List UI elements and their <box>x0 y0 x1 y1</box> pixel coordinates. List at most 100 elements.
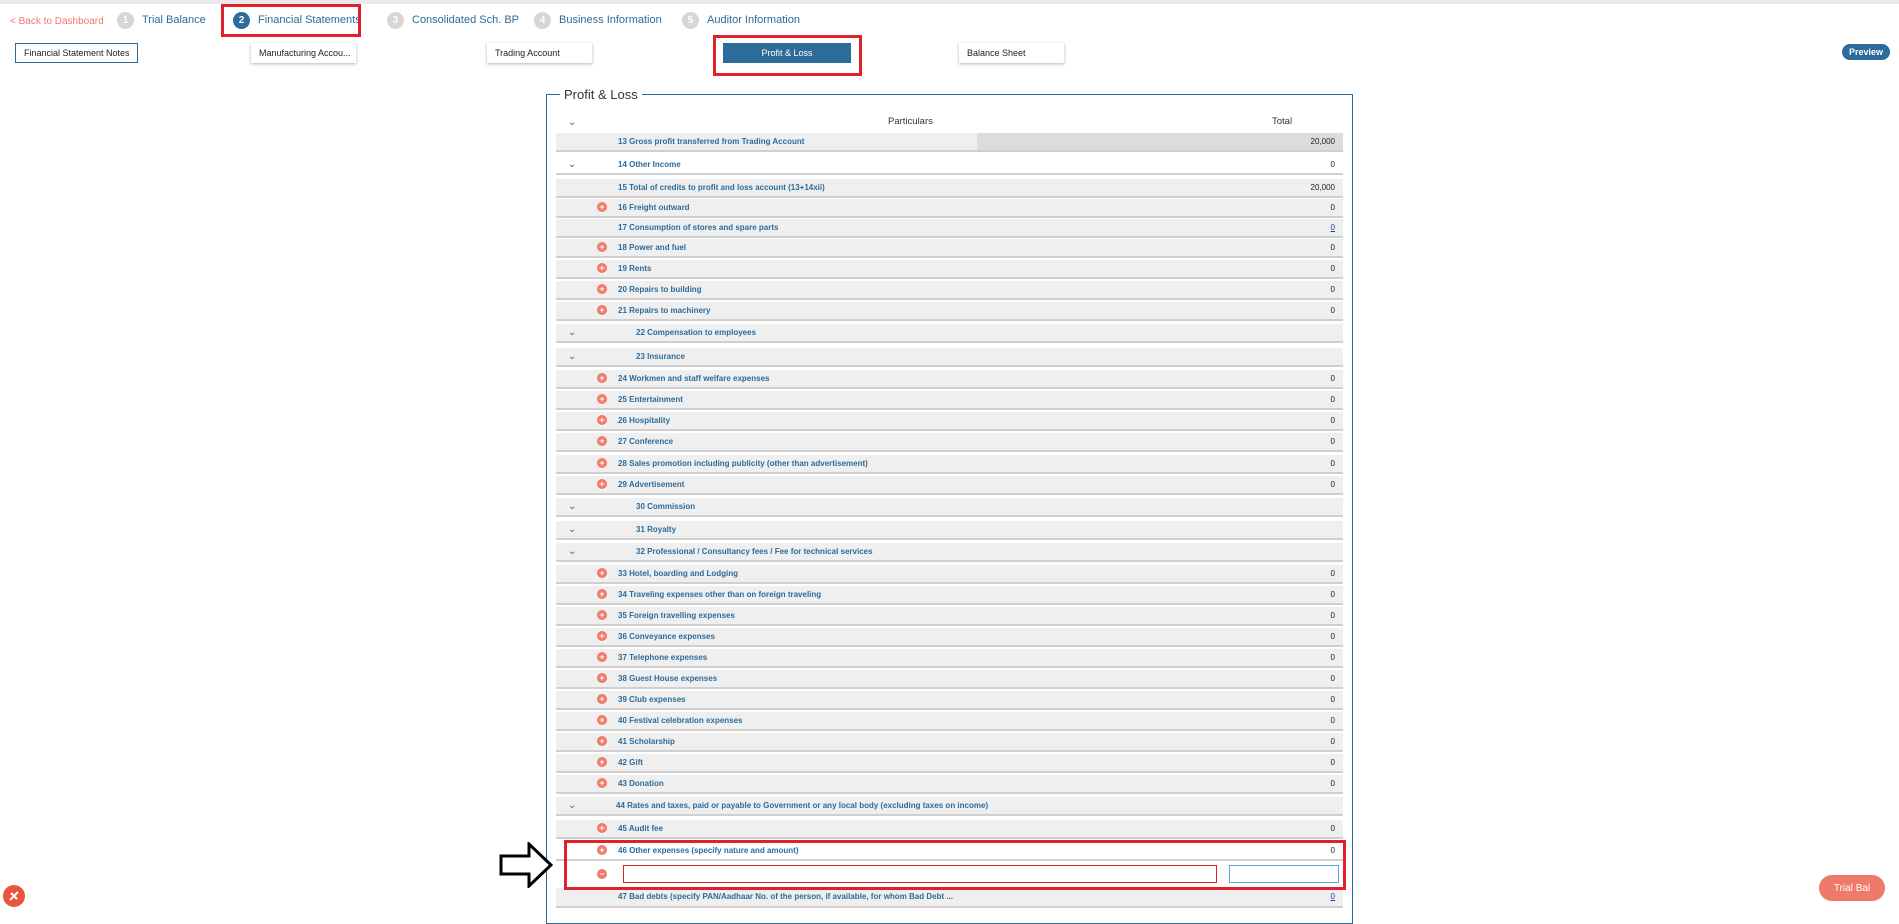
chevron-down-icon[interactable]: ⌄ <box>568 327 576 338</box>
row-label: 18 Power and fuel <box>618 243 687 252</box>
add-icon[interactable]: + <box>597 458 607 468</box>
tab-trading-account[interactable]: Trading Account <box>487 43 592 63</box>
add-icon[interactable]: + <box>597 652 607 662</box>
pl-row-28[interactable]: +28 Sales promotion including publicity … <box>556 455 1343 474</box>
row-value-link[interactable]: 0 <box>1331 223 1335 232</box>
add-icon[interactable]: + <box>597 757 607 767</box>
row-value-link[interactable]: 0 <box>1331 892 1335 901</box>
pl-row-16[interactable]: +16 Freight outward 0 <box>556 199 1343 218</box>
pl-row-36[interactable]: +36 Conveyance expenses 0 <box>556 628 1343 647</box>
row-value: 0 <box>1330 674 1335 683</box>
chevron-down-icon[interactable]: ⌄ <box>568 501 576 512</box>
add-icon[interactable]: + <box>597 568 607 578</box>
pl-row-29[interactable]: +29 Advertisement 0 <box>556 476 1343 495</box>
pl-row-22[interactable]: ⌄ 22 Compensation to employees <box>556 324 1343 343</box>
pl-row-25[interactable]: +25 Entertainment 0 <box>556 391 1343 410</box>
pl-row-34[interactable]: +34 Traveling expenses other than on for… <box>556 586 1343 605</box>
add-icon[interactable]: + <box>597 736 607 746</box>
pl-row-24[interactable]: +24 Workmen and staff welfare expenses 0 <box>556 370 1343 389</box>
step-number: 1 <box>117 11 134 29</box>
pl-row-23[interactable]: ⌄ 23 Insurance <box>556 348 1343 367</box>
step-business-information[interactable]: 4 Business Information <box>534 11 662 29</box>
pl-row-21[interactable]: +21 Repairs to machinery 0 <box>556 302 1343 321</box>
pl-row-35[interactable]: +35 Foreign travelling expenses 0 <box>556 607 1343 626</box>
pl-row-43[interactable]: +43 Donation 0 <box>556 775 1343 794</box>
row-value: 0 <box>1330 264 1335 273</box>
add-icon[interactable]: + <box>597 694 607 704</box>
add-icon[interactable]: + <box>597 202 607 212</box>
row-label: 38 Guest House expenses <box>618 674 718 683</box>
pl-row-33[interactable]: +33 Hotel, boarding and Lodging 0 <box>556 565 1343 584</box>
row-label: 24 Workmen and staff welfare expenses <box>618 374 770 383</box>
tab-balance-sheet[interactable]: Balance Sheet <box>959 43 1064 63</box>
chevron-down-icon[interactable]: ⌄ <box>568 351 576 362</box>
chevron-down-icon[interactable]: ⌄ <box>568 159 576 170</box>
pl-row-41[interactable]: +41 Scholarship 0 <box>556 733 1343 752</box>
other-expense-amount-input[interactable] <box>1229 865 1339 883</box>
row-value: 0 <box>1330 695 1335 704</box>
add-icon[interactable]: + <box>597 305 607 315</box>
tab-manufacturing-account[interactable]: Manufacturing Accou... <box>251 43 356 63</box>
pl-row-17[interactable]: 17 Consumption of stores and spare parts… <box>556 219 1343 238</box>
chevron-down-icon[interactable]: ⌄ <box>568 800 576 811</box>
add-icon[interactable]: + <box>597 263 607 273</box>
pl-row-47[interactable]: 47 Bad debts (specify PAN/Aadhaar No. of… <box>556 888 1343 908</box>
add-icon[interactable]: + <box>597 823 607 833</box>
add-icon[interactable]: + <box>597 845 607 855</box>
pl-row-18[interactable]: +18 Power and fuel 0 <box>556 239 1343 258</box>
remove-icon[interactable]: − <box>597 869 607 879</box>
pl-row-37[interactable]: +37 Telephone expenses 0 <box>556 649 1343 668</box>
step-trial-balance[interactable]: 1 Trial Balance <box>117 11 206 29</box>
pl-row-30[interactable]: ⌄ 30 Commission <box>556 498 1343 517</box>
pl-row-45[interactable]: +45 Audit fee 0 <box>556 820 1343 839</box>
add-icon[interactable]: + <box>597 479 607 489</box>
pl-row-42[interactable]: +42 Gift 0 <box>556 754 1343 773</box>
row-label: 30 Commission <box>636 502 696 511</box>
add-icon[interactable]: + <box>597 631 607 641</box>
step-auditor-information[interactable]: 5 Auditor Information <box>682 11 800 29</box>
step-number: 4 <box>534 11 551 29</box>
row-value: 0 <box>1330 758 1335 767</box>
pl-row-46[interactable]: +46 Other expenses (specify nature and a… <box>556 842 1343 861</box>
add-icon[interactable]: + <box>597 778 607 788</box>
other-expense-particular-input[interactable] <box>623 865 1217 883</box>
add-icon[interactable]: + <box>597 242 607 252</box>
add-icon[interactable]: + <box>597 436 607 446</box>
pl-row-39[interactable]: +39 Club expenses 0 <box>556 691 1343 710</box>
pl-row-20[interactable]: +20 Repairs to building 0 <box>556 281 1343 300</box>
add-icon[interactable]: + <box>597 394 607 404</box>
pl-row-27[interactable]: +27 Conference 0 <box>556 433 1343 452</box>
collapse-all-chevron-icon[interactable]: ⌄ <box>568 117 576 128</box>
row-label: 14 Other Income <box>618 160 681 169</box>
add-icon[interactable]: + <box>597 373 607 383</box>
app-logo-icon[interactable] <box>3 885 25 907</box>
step-financial-statements[interactable]: 2 Financial Statements <box>233 11 361 29</box>
row-label: 31 Royalty <box>636 525 677 534</box>
tab-financial-statement-notes[interactable]: Financial Statement Notes <box>15 43 138 63</box>
preview-button[interactable]: Preview <box>1842 44 1890 60</box>
step-consolidated-sch-bp[interactable]: 3 Consolidated Sch. BP <box>387 11 519 29</box>
tab-profit-and-loss[interactable]: Profit & Loss <box>723 43 851 63</box>
add-icon[interactable]: + <box>597 715 607 725</box>
add-icon[interactable]: + <box>597 284 607 294</box>
add-icon[interactable]: + <box>597 415 607 425</box>
pl-row-19[interactable]: +19 Rents 0 <box>556 260 1343 279</box>
pl-row-40[interactable]: +40 Festival celebration expenses 0 <box>556 712 1343 731</box>
add-icon[interactable]: + <box>597 589 607 599</box>
pl-row-32[interactable]: ⌄ 32 Professional / Consultancy fees / Fe… <box>556 543 1343 562</box>
step-number: 3 <box>387 11 404 29</box>
row-value: 0 <box>1330 306 1335 315</box>
pl-row-38[interactable]: +38 Guest House expenses 0 <box>556 670 1343 689</box>
pl-row-26[interactable]: +26 Hospitality 0 <box>556 412 1343 431</box>
add-icon[interactable]: + <box>597 673 607 683</box>
chevron-down-icon[interactable]: ⌄ <box>568 524 576 535</box>
trial-balance-float-button[interactable]: Trial Bal <box>1819 875 1885 901</box>
row-label: 43 Donation <box>618 779 664 788</box>
back-to-dashboard-link[interactable]: < Back to Dashboard <box>10 16 104 27</box>
pl-row-14[interactable]: ⌄ 14 Other Income 0 <box>556 156 1343 175</box>
pl-row-31[interactable]: ⌄ 31 Royalty <box>556 521 1343 540</box>
add-icon[interactable]: + <box>597 610 607 620</box>
row-label: 42 Gift <box>618 758 643 767</box>
chevron-down-icon[interactable]: ⌄ <box>568 546 576 557</box>
pl-row-44[interactable]: ⌄ 44 Rates and taxes, paid or payable to … <box>556 797 1343 816</box>
